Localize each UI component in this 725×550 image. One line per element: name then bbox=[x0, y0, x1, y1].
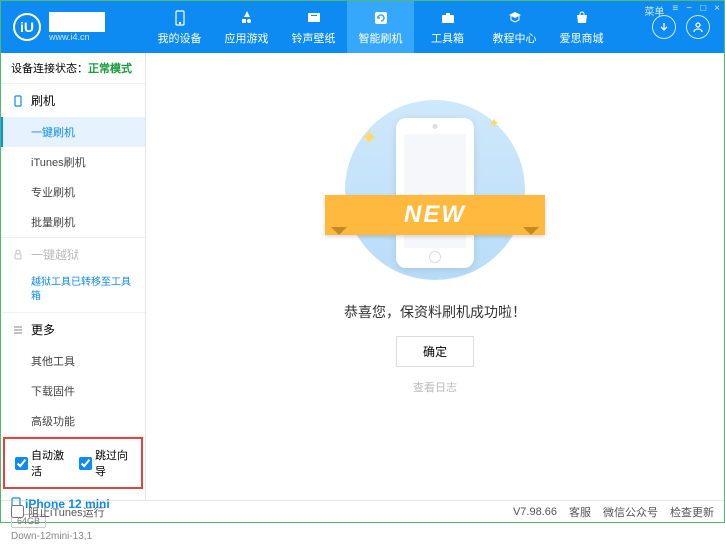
sidebar-item-pro-flash[interactable]: 专业刷机 bbox=[1, 177, 145, 207]
menu-icon[interactable]: 菜单 bbox=[644, 3, 664, 18]
ringtone-icon bbox=[305, 9, 323, 27]
device-icon bbox=[11, 94, 25, 108]
auto-activate-checkbox[interactable]: 自动激活 bbox=[15, 447, 67, 479]
sidebar-section-more[interactable]: 更多 bbox=[1, 313, 145, 346]
user-icon[interactable] bbox=[686, 15, 710, 39]
sidebar-item-other-tools[interactable]: 其他工具 bbox=[1, 346, 145, 376]
window-controls: 菜单 ≡ − □ × bbox=[644, 3, 720, 18]
block-itunes-checkbox[interactable]: 阻止iTunes运行 bbox=[11, 504, 105, 520]
toolbox-icon bbox=[439, 9, 457, 27]
close-icon[interactable]: × bbox=[714, 3, 720, 18]
store-icon bbox=[573, 9, 591, 27]
jailbreak-moved-note[interactable]: 越狱工具已转移至工具箱 bbox=[1, 271, 145, 312]
phone-illustration bbox=[396, 118, 474, 268]
sidebar-section-flash[interactable]: 刷机 bbox=[1, 84, 145, 117]
minimize-icon[interactable]: − bbox=[686, 3, 692, 18]
hero-illustration: ✦ ✦ ✦ NEW bbox=[345, 100, 525, 280]
wechat-link[interactable]: 微信公众号 bbox=[603, 504, 658, 520]
header-actions bbox=[638, 15, 724, 39]
support-link[interactable]: 客服 bbox=[569, 504, 591, 520]
main-content: ✦ ✦ ✦ NEW 恭喜您，保资料刷机成功啦！ 确定 查看日志 bbox=[146, 53, 724, 500]
tab-my-device[interactable]: 我的设备 bbox=[146, 1, 213, 53]
ok-button[interactable]: 确定 bbox=[396, 336, 474, 367]
nav-tabs: 我的设备 应用游戏 铃声壁纸 智能刷机 工具箱 教程中心 爱思商城 bbox=[146, 1, 638, 53]
options-highlight-box: 自动激活 跳过向导 bbox=[3, 437, 143, 489]
sidebar-section-jailbreak: 一键越狱 bbox=[1, 238, 145, 271]
tab-ringtones[interactable]: 铃声壁纸 bbox=[280, 1, 347, 53]
device-model: Down-12mini-13,1 bbox=[11, 531, 135, 542]
lock-icon bbox=[11, 248, 25, 262]
tab-toolbox[interactable]: 工具箱 bbox=[414, 1, 481, 53]
device-info[interactable]: iPhone 12 mini 64GB Down-12mini-13,1 bbox=[1, 489, 145, 550]
success-message: 恭喜您，保资料刷机成功啦！ bbox=[344, 302, 526, 322]
logo[interactable]: iU 爱思助手 www.i4.cn bbox=[1, 12, 146, 42]
sidebar-item-download-firmware[interactable]: 下载固件 bbox=[1, 376, 145, 406]
skip-guide-checkbox[interactable]: 跳过向导 bbox=[79, 447, 131, 479]
sidebar-item-batch-flash[interactable]: 批量刷机 bbox=[1, 207, 145, 237]
connection-status: 设备连接状态：正常模式 bbox=[1, 53, 145, 84]
titlebar: iU 爱思助手 www.i4.cn 我的设备 应用游戏 铃声壁纸 智能刷机 工具… bbox=[1, 1, 724, 53]
check-update-link[interactable]: 检查更新 bbox=[670, 504, 714, 520]
tab-flash[interactable]: 智能刷机 bbox=[347, 1, 414, 53]
view-log-link[interactable]: 查看日志 bbox=[344, 379, 526, 395]
sidebar-item-oneclick-flash[interactable]: 一键刷机 bbox=[1, 117, 145, 147]
logo-icon: iU bbox=[13, 13, 41, 41]
app-domain: www.i4.cn bbox=[49, 32, 105, 42]
apps-icon bbox=[238, 9, 256, 27]
new-ribbon: NEW bbox=[325, 195, 545, 235]
version-label: V7.98.66 bbox=[513, 506, 557, 518]
sidebar-item-itunes-flash[interactable]: iTunes刷机 bbox=[1, 147, 145, 177]
tab-apps[interactable]: 应用游戏 bbox=[213, 1, 280, 53]
flash-icon bbox=[372, 9, 390, 27]
tutorial-icon bbox=[506, 9, 524, 27]
app-name: 爱思助手 bbox=[49, 12, 105, 32]
maximize-icon[interactable]: □ bbox=[700, 3, 706, 18]
tab-store[interactable]: 爱思商城 bbox=[548, 1, 615, 53]
phone-icon bbox=[171, 9, 189, 27]
more-icon bbox=[11, 323, 25, 337]
list-icon[interactable]: ≡ bbox=[672, 3, 678, 18]
download-icon[interactable] bbox=[652, 15, 676, 39]
tab-tutorials[interactable]: 教程中心 bbox=[481, 1, 548, 53]
sidebar: 设备连接状态：正常模式 刷机 一键刷机 iTunes刷机 专业刷机 批量刷机 一… bbox=[1, 53, 146, 500]
sidebar-item-advanced[interactable]: 高级功能 bbox=[1, 406, 145, 436]
